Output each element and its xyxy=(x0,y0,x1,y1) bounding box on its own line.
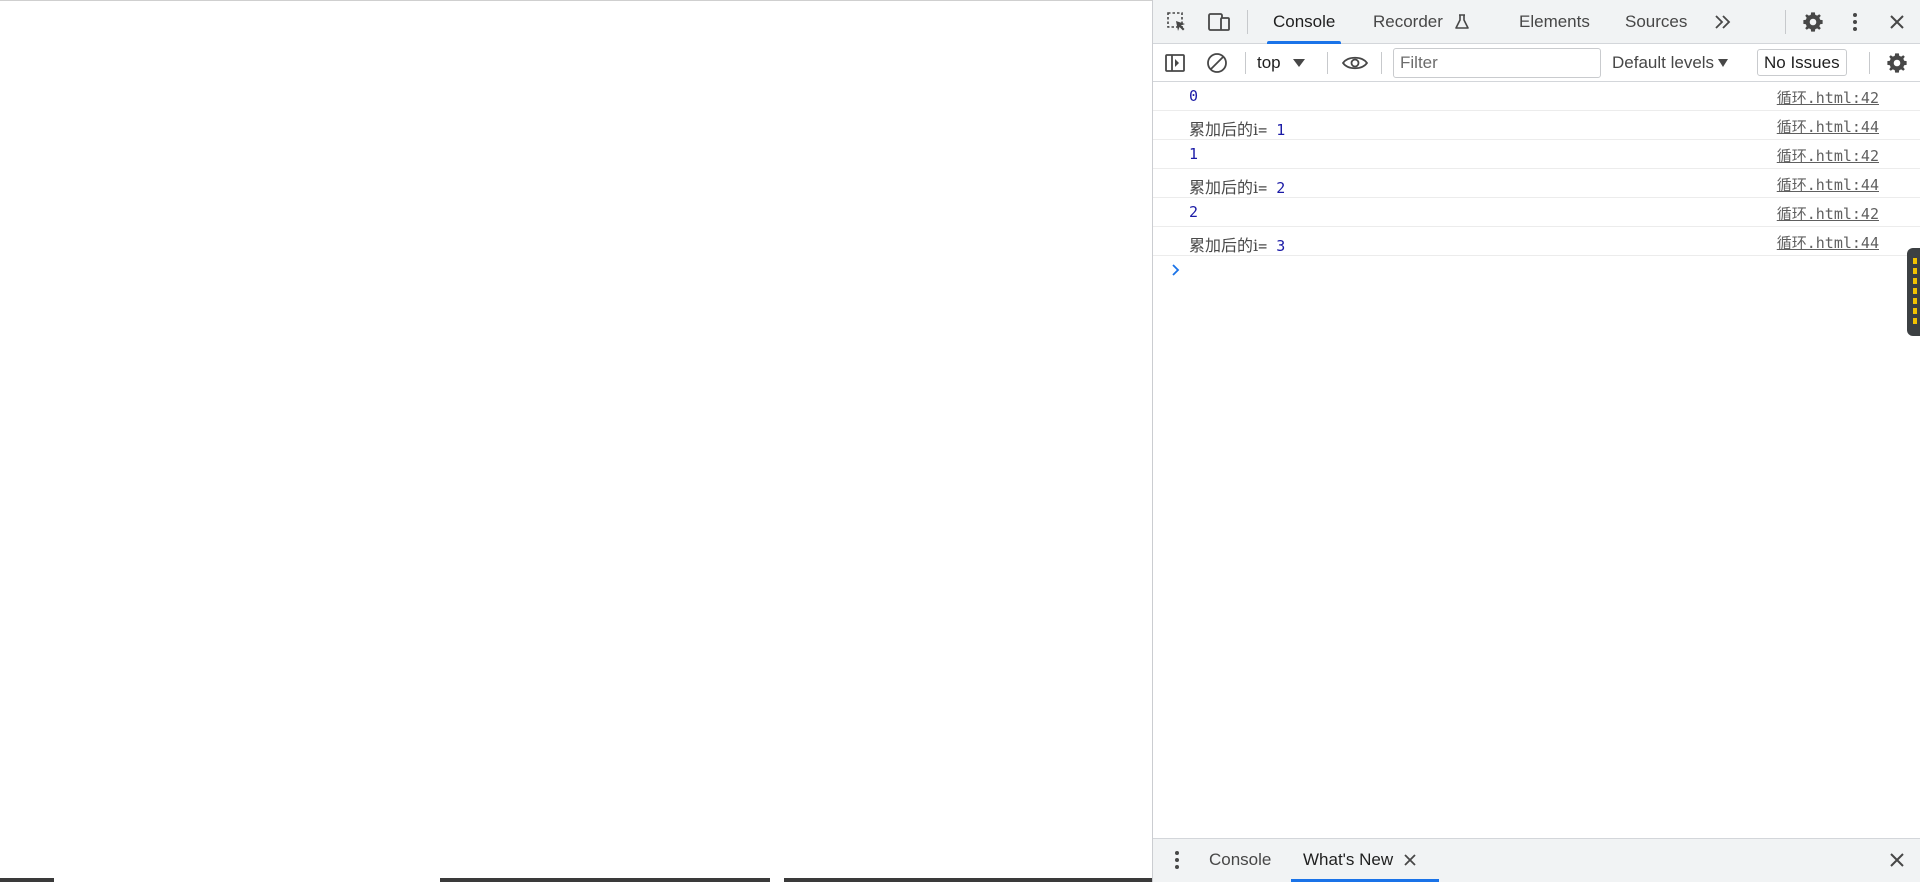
console-message-row: 累加后的i= 1 循环.html:44 xyxy=(1153,111,1920,140)
console-message-text: 1 xyxy=(1189,145,1198,164)
message-label: 累加后的i xyxy=(1189,178,1259,197)
prompt-chevron-icon xyxy=(1172,264,1180,276)
source-link[interactable]: 循环.html:42 xyxy=(1777,203,1879,224)
message-value: 3 xyxy=(1276,237,1286,255)
message-eq: = xyxy=(1258,237,1277,255)
tab-sources[interactable]: Sources xyxy=(1625,0,1687,44)
scrollbar-overview[interactable] xyxy=(1907,248,1920,336)
close-drawer-icon[interactable] xyxy=(1883,846,1911,874)
sidebar-toggle-icon[interactable] xyxy=(1161,50,1189,76)
filter-input[interactable] xyxy=(1393,48,1601,78)
console-message-row: 2 循环.html:42 xyxy=(1153,198,1920,227)
toolbar-divider xyxy=(1869,52,1870,74)
devtools-panel: Console Recorder Elements Sources top Fi… xyxy=(1152,0,1920,882)
message-eq: = xyxy=(1258,179,1277,197)
tab-elements[interactable]: Elements xyxy=(1519,0,1590,44)
console-message-text: 累加后的i= 2 xyxy=(1189,174,1285,198)
tab-sources-label: Sources xyxy=(1625,12,1688,31)
log-levels-dropdown[interactable]: Default levels xyxy=(1612,50,1729,76)
drawer-tab-whats-new[interactable]: What's New xyxy=(1290,839,1440,882)
message-value: 1 xyxy=(1276,121,1286,139)
page-bottom-strip xyxy=(0,878,1152,882)
inspected-page-viewport[interactable] xyxy=(0,1,1152,879)
toolbar-divider xyxy=(1245,52,1246,74)
console-message-row: 累加后的i= 2 循环.html:44 xyxy=(1153,169,1920,198)
drawer-menu-icon[interactable] xyxy=(1163,846,1191,874)
source-link[interactable]: 循环.html:44 xyxy=(1777,232,1879,253)
tab-recorder-label: Recorder xyxy=(1373,12,1443,31)
console-toolbar: top Default levels No Issues xyxy=(1153,44,1920,82)
device-toolbar-icon[interactable] xyxy=(1205,8,1233,36)
tab-console-label: Console xyxy=(1273,12,1336,31)
tab-recorder[interactable]: Recorder xyxy=(1373,0,1471,44)
drawer-tab-console-label: Console xyxy=(1209,850,1272,869)
log-levels-label: Default levels xyxy=(1612,53,1715,72)
console-message-row: 0 循环.html:42 xyxy=(1153,82,1920,111)
toolbar-divider xyxy=(1381,52,1382,74)
close-devtools-icon[interactable] xyxy=(1883,8,1911,36)
message-value: 0 xyxy=(1189,87,1199,105)
tab-console[interactable]: Console xyxy=(1266,0,1342,44)
context-selector-label: top xyxy=(1257,53,1281,72)
drawer-tab-whats-new-label: What's New xyxy=(1303,850,1394,869)
context-selector[interactable]: top xyxy=(1257,50,1305,76)
devtools-main-toolbar: Console Recorder Elements Sources xyxy=(1153,0,1920,44)
console-message-row: 累加后的i= 3 循环.html:44 xyxy=(1153,227,1920,256)
settings-gear-icon[interactable] xyxy=(1799,8,1827,36)
recorder-flask-icon xyxy=(1453,13,1471,31)
clear-console-icon[interactable] xyxy=(1203,50,1231,76)
message-eq: = xyxy=(1258,121,1277,139)
source-link[interactable]: 循环.html:44 xyxy=(1777,116,1879,137)
console-prompt[interactable] xyxy=(1153,256,1920,284)
chevron-down-icon xyxy=(1718,59,1729,67)
console-message-text: 累加后的i= 3 xyxy=(1189,232,1285,256)
issues-button-label: No Issues xyxy=(1764,52,1840,72)
tab-elements-label: Elements xyxy=(1519,12,1590,31)
message-label: 累加后的i xyxy=(1189,120,1259,139)
toolbar-divider xyxy=(1247,10,1248,34)
message-value: 1 xyxy=(1189,145,1199,163)
message-label: 累加后的i xyxy=(1189,236,1259,255)
more-tabs-icon[interactable] xyxy=(1709,8,1737,36)
console-settings-gear-icon[interactable] xyxy=(1883,50,1911,76)
console-message-text: 累加后的i= 1 xyxy=(1189,116,1285,140)
live-expression-eye-icon[interactable] xyxy=(1341,50,1369,76)
inspect-element-icon[interactable] xyxy=(1163,8,1191,36)
drawer-tab-console[interactable]: Console xyxy=(1209,839,1271,881)
console-message-row: 1 循环.html:42 xyxy=(1153,140,1920,169)
console-message-text: 0 xyxy=(1189,87,1198,106)
more-options-icon[interactable] xyxy=(1841,8,1869,36)
message-value: 2 xyxy=(1189,203,1199,221)
bottom-drawer: Console What's New xyxy=(1153,838,1920,882)
close-tab-icon[interactable] xyxy=(1403,853,1417,867)
toolbar-divider xyxy=(1785,10,1786,34)
chevron-down-icon xyxy=(1292,59,1305,67)
source-link[interactable]: 循环.html:42 xyxy=(1777,87,1879,108)
issues-button[interactable]: No Issues xyxy=(1757,49,1847,76)
source-link[interactable]: 循环.html:42 xyxy=(1777,145,1879,166)
source-link[interactable]: 循环.html:44 xyxy=(1777,174,1879,195)
message-value: 2 xyxy=(1276,179,1286,197)
toolbar-divider xyxy=(1327,52,1328,74)
console-messages: 0 循环.html:42 累加后的i= 1 循环.html:44 1 循环.ht… xyxy=(1153,82,1920,284)
console-message-text: 2 xyxy=(1189,203,1198,222)
